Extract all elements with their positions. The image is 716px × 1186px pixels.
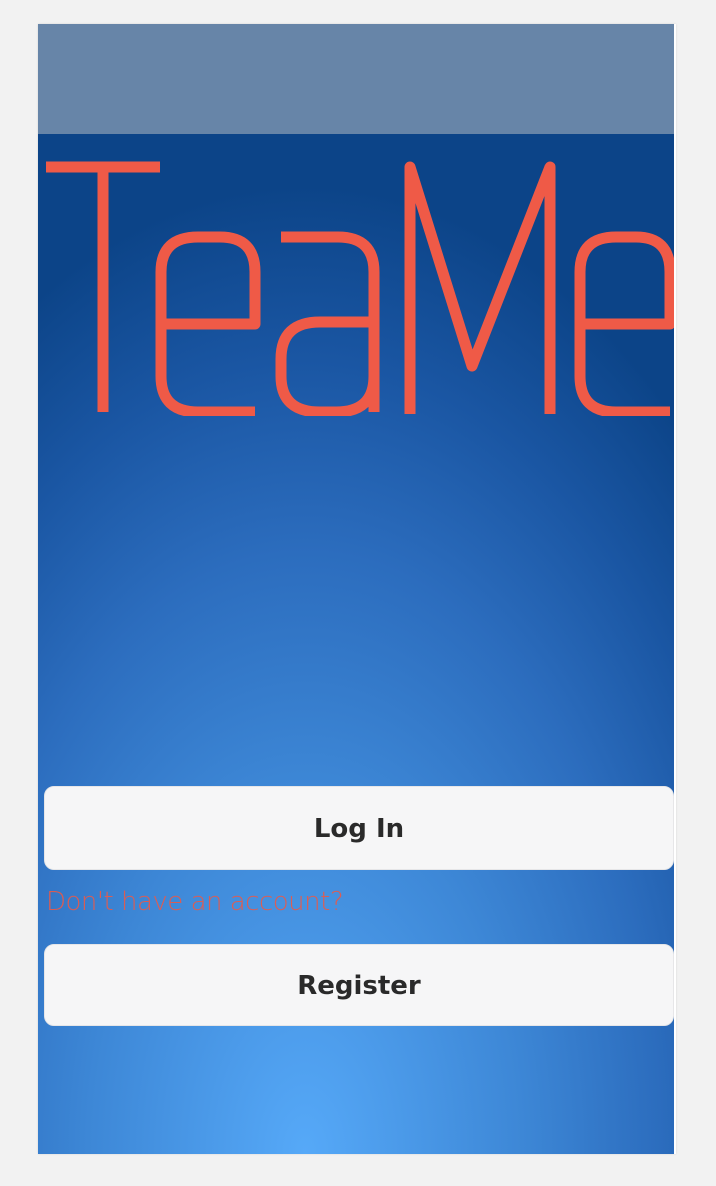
signup-prompt-text: Don't have an account? — [46, 887, 344, 917]
welcome-screen: Log In Don't have an account? Register — [38, 134, 674, 1154]
app-window: Log In Don't have an account? Register — [38, 24, 676, 1154]
teame-wordmark-logo — [42, 144, 674, 416]
register-button[interactable]: Register — [44, 944, 674, 1026]
status-bar — [38, 24, 674, 134]
login-button[interactable]: Log In — [44, 786, 674, 870]
